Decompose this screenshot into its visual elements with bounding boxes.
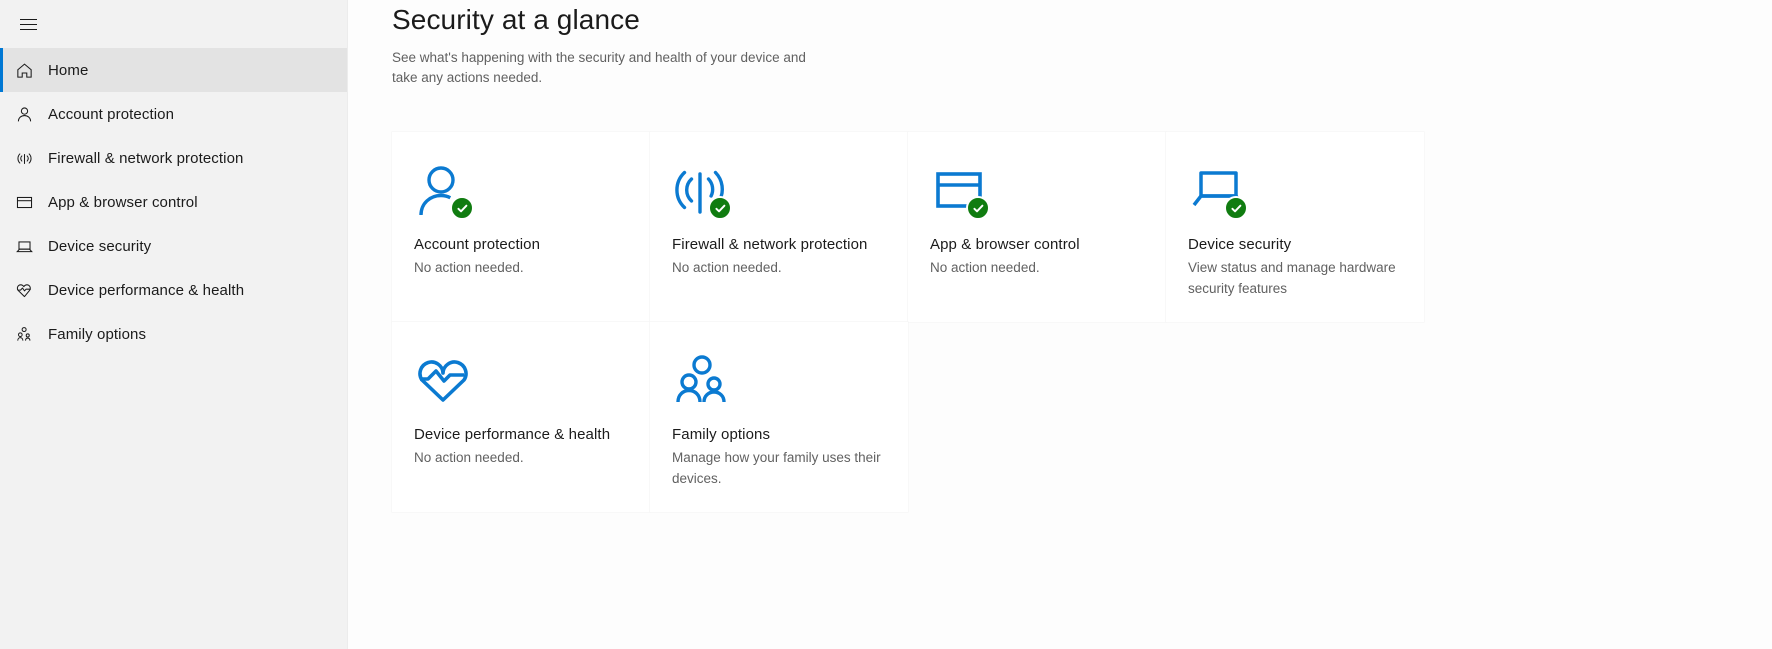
- family-icon: [0, 325, 48, 344]
- sidebar-item-family-options[interactable]: Family options: [0, 312, 347, 356]
- page-subtitle: See what's happening with the security a…: [392, 50, 806, 85]
- heart-pulse-icon: [0, 281, 48, 300]
- card-icon-wrap: [414, 344, 628, 424]
- sidebar-nav: Home Account protection Firewall & netwo…: [0, 48, 347, 356]
- card-title: App & browser control: [930, 236, 1080, 253]
- check-badge-icon: [966, 196, 990, 220]
- card-account-protection[interactable]: Account protection No action needed.: [392, 132, 650, 322]
- sidebar-item-app-browser-control[interactable]: App & browser control: [0, 180, 347, 224]
- sidebar-item-label: Home: [48, 61, 89, 79]
- window-icon: [0, 193, 48, 212]
- sidebar-item-label: App & browser control: [48, 193, 198, 211]
- card-device-security[interactable]: Device security View status and manage h…: [1166, 132, 1424, 322]
- broadcast-icon: [0, 149, 48, 168]
- sidebar-item-label: Device security: [48, 237, 152, 255]
- card-app-browser-control[interactable]: App & browser control No action needed.: [908, 132, 1166, 322]
- card-title: Device performance & health: [414, 426, 611, 443]
- card-description: No action needed.: [672, 260, 782, 275]
- card-description: Manage how your family uses their device…: [672, 450, 881, 486]
- sidebar-item-label: Account protection: [48, 105, 175, 123]
- card-icon-wrap: [672, 344, 886, 424]
- sidebar-item-label: Firewall & network protection: [48, 149, 244, 167]
- hamburger-icon: [19, 18, 37, 30]
- broadcast-icon: [672, 160, 734, 222]
- card-description: No action needed.: [930, 260, 1040, 275]
- sidebar-item-label: Family options: [48, 325, 147, 343]
- hamburger-menu-button[interactable]: [8, 4, 48, 44]
- home-icon: [0, 61, 48, 80]
- card-icon-wrap: [930, 154, 1144, 234]
- window-icon: [930, 160, 992, 222]
- sidebar-item-home[interactable]: Home: [0, 48, 347, 92]
- check-badge-icon: [1224, 196, 1248, 220]
- card-title: Firewall & network protection: [672, 236, 868, 253]
- windows-security-window: Home Account protection Firewall & netwo…: [0, 0, 1772, 649]
- sidebar-item-device-security[interactable]: Device security: [0, 224, 347, 268]
- family-icon: [672, 350, 734, 412]
- check-badge-icon: [708, 196, 732, 220]
- sidebar-item-label: Device performance & health: [48, 281, 245, 299]
- sidebar-header: [0, 0, 347, 48]
- card-description: View status and manage hardware security…: [1188, 260, 1396, 296]
- sidebar: Home Account protection Firewall & netwo…: [0, 0, 348, 649]
- person-icon: [0, 105, 48, 124]
- card-title: Device security: [1188, 236, 1292, 253]
- card-icon-wrap: [672, 154, 886, 234]
- page-title: Security at a glance: [392, 4, 640, 35]
- card-family-options[interactable]: Family options Manage how your family us…: [650, 322, 908, 512]
- sidebar-item-firewall-network-protection[interactable]: Firewall & network protection: [0, 136, 347, 180]
- card-description: No action needed.: [414, 450, 524, 465]
- check-badge-icon: [450, 196, 474, 220]
- laptop-icon: [0, 237, 48, 256]
- card-title: Account protection: [414, 236, 541, 253]
- card-firewall-network-protection[interactable]: Firewall & network protection No action …: [650, 132, 908, 322]
- sidebar-item-account-protection[interactable]: Account protection: [0, 92, 347, 136]
- laptop-icon: [1188, 160, 1250, 222]
- sidebar-item-device-performance-health[interactable]: Device performance & health: [0, 268, 347, 312]
- card-icon-wrap: [414, 154, 628, 234]
- security-card-grid: Account protection No action needed. Fir…: [392, 132, 1456, 512]
- card-device-performance-health[interactable]: Device performance & health No action ne…: [392, 322, 650, 512]
- main-content: Security at a glance See what's happenin…: [348, 0, 1772, 649]
- card-description: No action needed.: [414, 260, 524, 275]
- person-icon: [414, 160, 476, 222]
- heart-pulse-icon: [414, 350, 476, 412]
- card-icon-wrap: [1188, 154, 1402, 234]
- card-title: Family options: [672, 426, 771, 443]
